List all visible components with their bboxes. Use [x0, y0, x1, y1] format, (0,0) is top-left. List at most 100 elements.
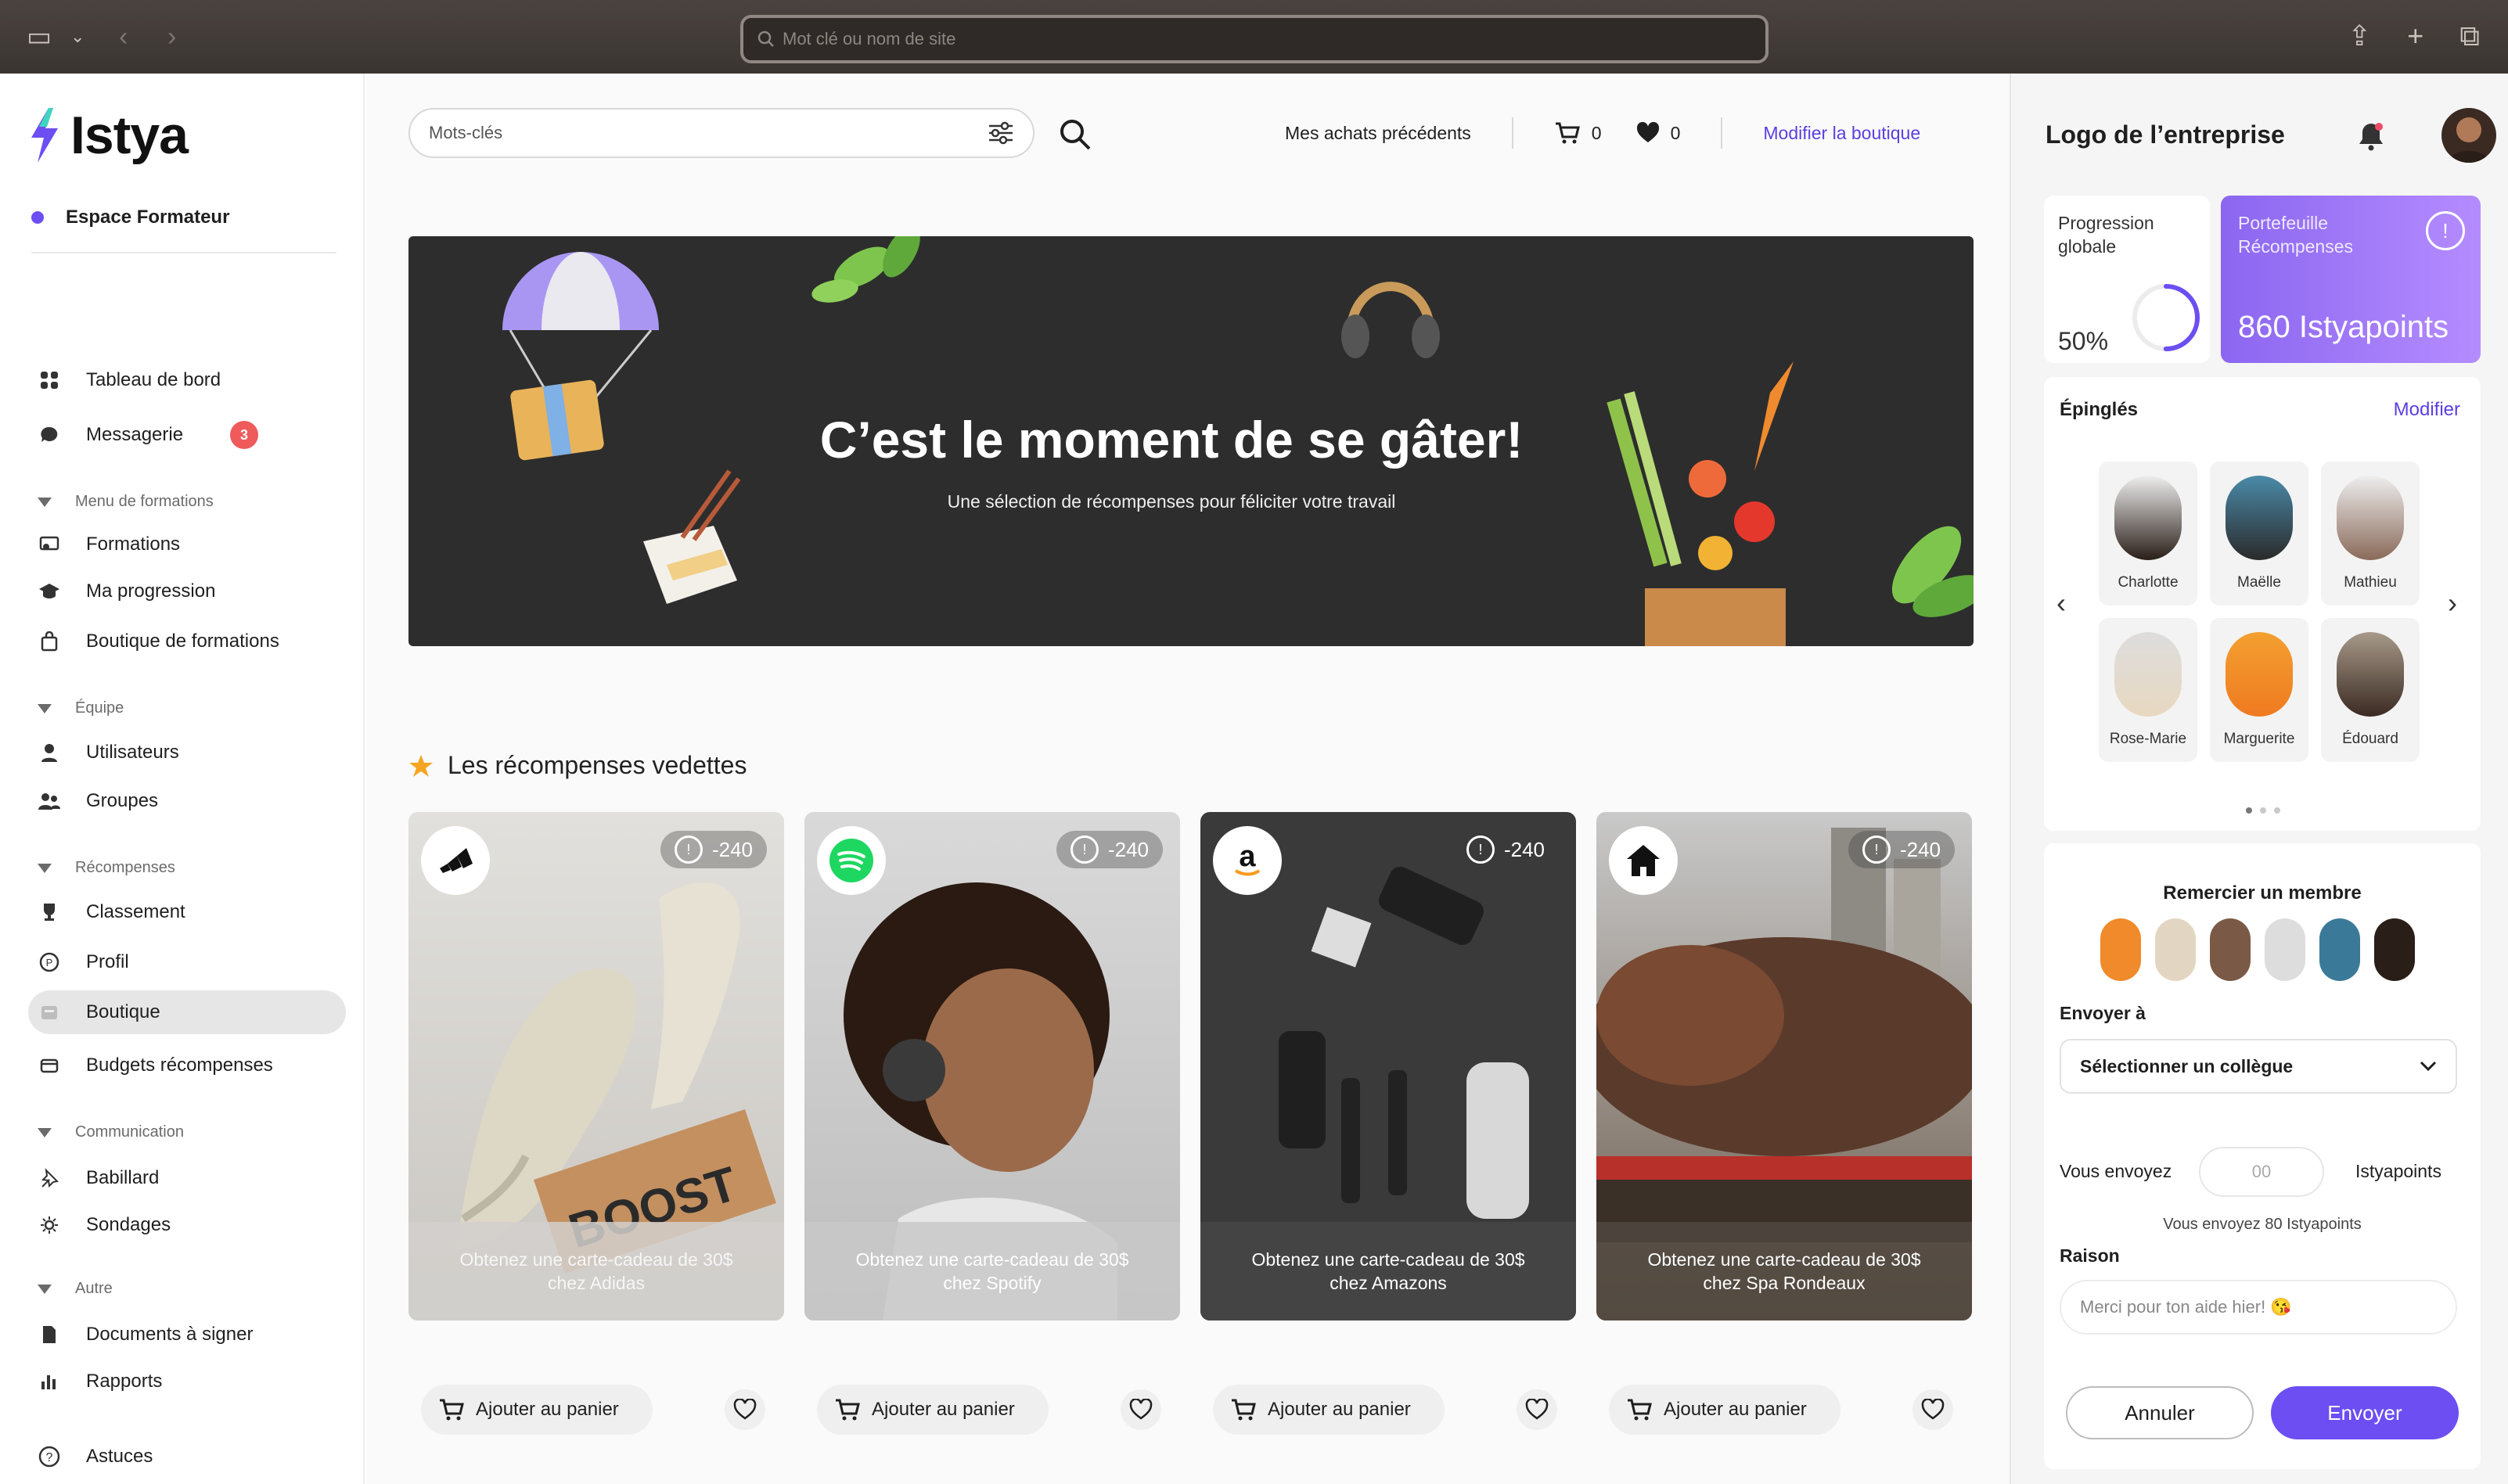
- carousel-dots[interactable]: [2246, 807, 2280, 814]
- heart-icon: [1636, 122, 1659, 142]
- training-icon: [34, 530, 64, 559]
- pinned-member[interactable]: Maëlle: [2210, 462, 2308, 605]
- workspace-switcher[interactable]: Espace Formateur: [31, 207, 229, 228]
- pinned-member[interactable]: Mathieu: [2321, 462, 2420, 605]
- avatar[interactable]: [2265, 918, 2305, 981]
- bag-icon: [34, 627, 64, 656]
- dot[interactable]: [2274, 807, 2280, 814]
- points-amount-input[interactable]: 00: [2199, 1147, 2324, 1197]
- collapse-icon: [38, 863, 52, 873]
- forward-icon[interactable]: ›: [167, 23, 176, 50]
- chevron-left-icon[interactable]: ‹: [2056, 587, 2066, 620]
- dot[interactable]: [2246, 807, 2252, 814]
- progress-label: Progression: [2058, 213, 2154, 233]
- pinned-member[interactable]: Rose-Marie: [2099, 618, 2197, 762]
- share-icon[interactable]: ⇪: [2348, 20, 2371, 52]
- back-icon[interactable]: ‹: [119, 23, 128, 50]
- dot[interactable]: [2260, 807, 2266, 814]
- avatar[interactable]: [2155, 918, 2196, 981]
- send-button[interactable]: Envoyer: [2271, 1386, 2459, 1439]
- filter-icon[interactable]: [988, 121, 1014, 145]
- add-to-cart-button[interactable]: Ajouter au panier: [817, 1385, 1049, 1435]
- section-communication[interactable]: Communication: [38, 1123, 184, 1141]
- adidas-logo-icon: [421, 826, 490, 895]
- collapse-icon: [38, 703, 52, 713]
- favorite-button[interactable]: [1121, 1389, 1161, 1430]
- sidebar-item-shop[interactable]: Boutique: [28, 990, 346, 1034]
- user-icon: [34, 738, 64, 767]
- chat-icon: [34, 420, 64, 450]
- add-to-cart-button[interactable]: Ajouter au panier: [1213, 1385, 1445, 1435]
- sidebar-item-tips[interactable]: ? Astuces: [28, 1435, 346, 1479]
- reward-card[interactable]: a ! -240 Obtenez une carte-cadeau de 30$ c…: [1200, 812, 1576, 1321]
- sidebar-item-profile[interactable]: P Profil: [28, 940, 346, 984]
- sidebar-toggle-icon[interactable]: ▭: [27, 23, 52, 50]
- pinned-member[interactable]: Charlotte: [2099, 462, 2197, 605]
- sidebar-item-dashboard[interactable]: Tableau de bord: [28, 358, 346, 402]
- reward-card[interactable]: BOOST ! -240 Obtenez une carte-cadeau de …: [408, 812, 784, 1321]
- favorite-button[interactable]: [1912, 1389, 1953, 1430]
- favorite-button[interactable]: [1517, 1389, 1557, 1430]
- pinned-member[interactable]: Édouard: [2321, 618, 2420, 762]
- avatar: [2337, 476, 2404, 560]
- cancel-button[interactable]: Annuler: [2066, 1386, 2254, 1439]
- sidebar-item-board[interactable]: Babillard: [28, 1156, 346, 1200]
- chevron-right-icon[interactable]: ›: [2448, 587, 2457, 620]
- section-other[interactable]: Autre: [38, 1280, 113, 1298]
- section-team[interactable]: Équipe: [38, 699, 124, 717]
- avatar[interactable]: [2319, 918, 2360, 981]
- app-logo[interactable]: Istya: [28, 105, 189, 166]
- section-rewards[interactable]: Récompenses: [38, 859, 175, 877]
- amazon-logo-icon: a: [1213, 826, 1282, 895]
- add-to-cart-button[interactable]: Ajouter au panier: [1609, 1385, 1841, 1435]
- tabs-overview-icon[interactable]: ⧉: [2459, 20, 2480, 52]
- favorites-button[interactable]: 0: [1636, 122, 1680, 144]
- sidebar-item-groups[interactable]: Groupes: [28, 779, 346, 823]
- member-name: Marguerite: [2223, 731, 2295, 747]
- rewards-wallet-card[interactable]: Portefeuille Récompenses ! 860 Istyapoint…: [2221, 196, 2481, 363]
- section-title: Les récompenses vedettes: [448, 751, 747, 779]
- profile-icon: P: [34, 947, 64, 977]
- sidebar-item-reports[interactable]: Rapports: [28, 1360, 346, 1403]
- favorite-button[interactable]: [725, 1389, 765, 1430]
- sidebar-item-ranking[interactable]: Classement: [28, 890, 346, 934]
- company-logo-placeholder: Logo de l’entreprise: [2046, 120, 2285, 149]
- new-tab-icon[interactable]: +: [2407, 20, 2423, 52]
- edit-pinned-link[interactable]: Modifier: [2394, 399, 2460, 421]
- cart-button[interactable]: 0: [1554, 121, 1602, 145]
- sidebar-item-training-shop[interactable]: Boutique de formations: [28, 620, 346, 663]
- wallet-label: Portefeuille: [2238, 213, 2329, 233]
- cart-icon: [1555, 122, 1580, 144]
- sidebar-item-users[interactable]: Utilisateurs: [28, 731, 346, 774]
- reward-card[interactable]: ! -240 Obtenez une carte-cadeau de 30$ che…: [1596, 812, 1972, 1321]
- sidebar-item-formations[interactable]: Formations: [28, 523, 346, 566]
- past-purchases-link[interactable]: Mes achats précédents: [1285, 123, 1471, 144]
- reason-input[interactable]: Merci pour ton aide hier! 😘: [2060, 1280, 2457, 1335]
- help-icon: ?: [34, 1442, 64, 1471]
- sidebar-item-progress[interactable]: Ma progression: [28, 570, 346, 613]
- sidebar-item-documents[interactable]: Documents à signer: [28, 1313, 346, 1356]
- colleague-select[interactable]: Sélectionner un collègue: [2060, 1039, 2457, 1094]
- section-training[interactable]: Menu de formations: [38, 493, 214, 511]
- address-bar[interactable]: Mot clé ou nom de site: [740, 15, 1769, 63]
- search-input[interactable]: Mots-clés: [408, 108, 1035, 158]
- points-value: -240: [711, 837, 753, 861]
- avatar[interactable]: [2374, 918, 2415, 981]
- cart-icon: [1232, 1399, 1256, 1421]
- sidebar-item-messages[interactable]: Messagerie 3: [28, 413, 346, 457]
- add-to-cart-button[interactable]: Ajouter au panier: [421, 1385, 653, 1435]
- browser-toolbar: ▭ ⌄ ‹ › Mot clé ou nom de site ⇪ + ⧉: [0, 0, 2508, 74]
- pinned-member[interactable]: Marguerite: [2210, 618, 2308, 762]
- avatar[interactable]: [2100, 918, 2141, 981]
- avatar[interactable]: [2441, 108, 2496, 163]
- points-badge: ! -240: [1848, 831, 1955, 868]
- chevron-down-icon[interactable]: ⌄: [70, 23, 85, 50]
- sidebar-item-budgets[interactable]: Budgets récompenses: [28, 1044, 346, 1087]
- edit-shop-link[interactable]: Modifier la boutique: [1763, 123, 1920, 144]
- reason-label: Raison: [2060, 1245, 2120, 1266]
- bell-icon[interactable]: [2355, 120, 2387, 152]
- reward-card[interactable]: ! -240 Obtenez une carte-cadeau de 30$ che…: [804, 812, 1180, 1321]
- avatar[interactable]: [2210, 918, 2251, 981]
- search-icon[interactable]: [1058, 117, 1092, 152]
- sidebar-item-polls[interactable]: Sondages: [28, 1203, 346, 1247]
